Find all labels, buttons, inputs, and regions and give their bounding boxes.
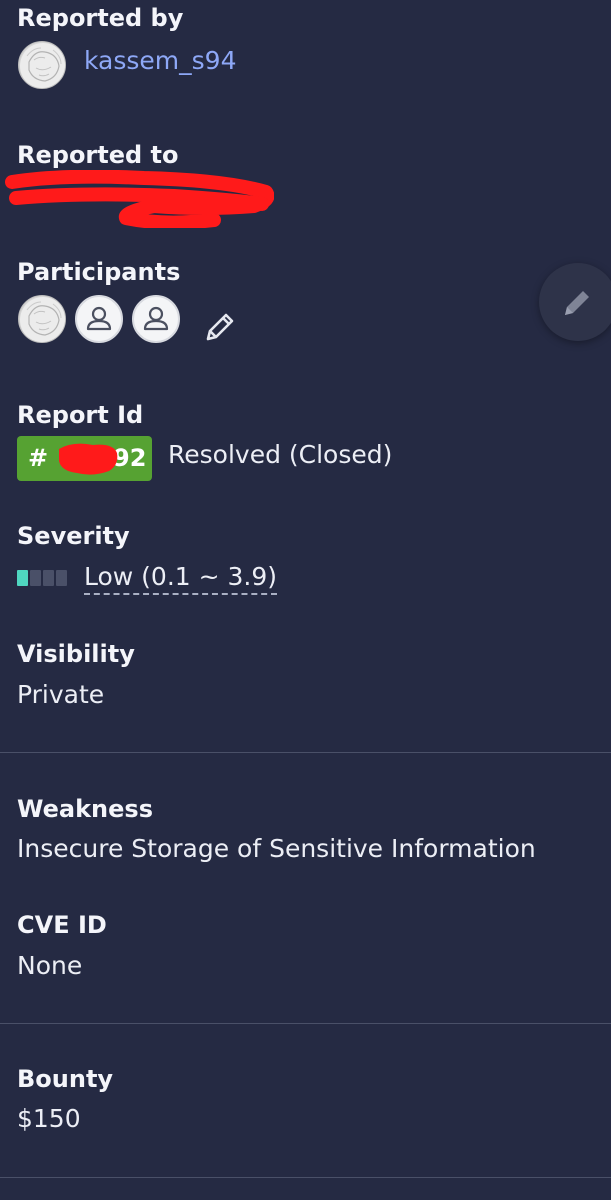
participant-avatar-3[interactable] [132,295,180,343]
severity-bar-3 [43,570,54,586]
divider [0,1023,611,1024]
divider [0,1177,611,1178]
lion-avatar-icon [20,297,65,342]
lion-avatar-icon [20,43,65,88]
redaction-scribble [5,170,274,228]
weakness-value: Insecure Storage of Sensitive Informatio… [17,834,536,863]
divider [0,752,611,753]
severity-value[interactable]: Low (0.1 ~ 3.9) [84,562,278,595]
visibility-label: Visibility [17,640,135,668]
pencil-icon [206,313,234,341]
cve-id-label: CVE ID [17,911,107,939]
report-id-redaction [59,443,118,475]
report-id-label: Report Id [17,401,144,429]
severity-bar-4 [56,570,67,586]
report-status: Resolved (Closed) [168,440,393,469]
bounty-label: Bounty [17,1065,114,1093]
visibility-value: Private [17,680,105,709]
participant-avatar-2[interactable] [75,295,123,343]
user-placeholder-icon [86,306,112,331]
participant-avatar-1[interactable] [18,295,66,343]
reporter-avatar[interactable] [18,41,66,89]
severity-bar-2 [30,570,41,586]
participants-label: Participants [17,258,181,286]
bounty-value: $150 [17,1104,81,1133]
report-id-prefix: # [28,444,49,472]
weakness-label: Weakness [17,795,153,823]
report-details-page: Reported by kassem_s94 Reported to Parti… [0,0,611,1200]
user-placeholder-icon [143,306,169,331]
pencil-icon [565,291,589,315]
edit-participants-button[interactable] [202,309,238,345]
reported-by-label: Reported by [17,4,184,32]
severity-label: Severity [17,522,130,550]
report-id-badge[interactable]: # 92 [17,436,152,481]
floating-edit-button[interactable] [539,263,611,341]
severity-bar-1 [17,570,28,586]
reporter-username-link[interactable]: kassem_s94 [84,46,236,75]
cve-id-value: None [17,951,83,980]
severity-meter [17,570,69,586]
reported-to-label: Reported to [17,141,179,169]
